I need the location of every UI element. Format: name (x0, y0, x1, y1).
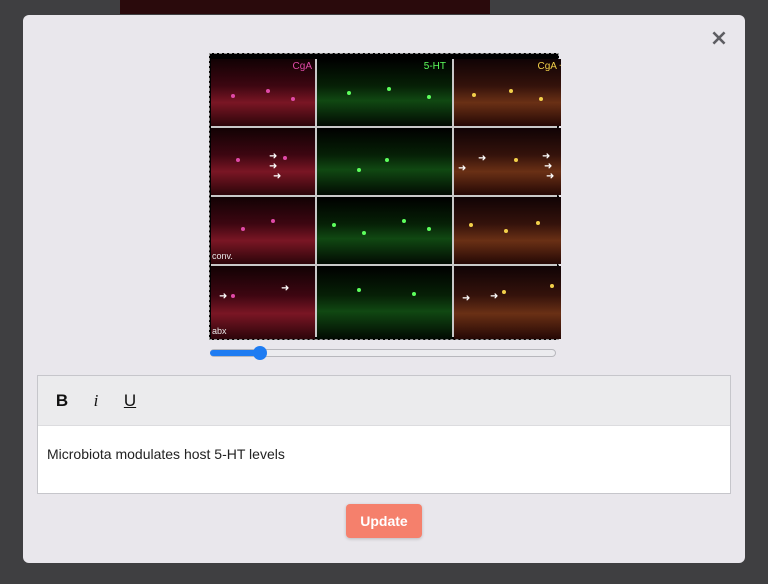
panel-label-merge: CgA + (537, 61, 561, 72)
arrow-marker: ➜ (478, 153, 487, 164)
image-editor-dialog: × CgA 5-HT CgA + (23, 15, 745, 563)
zoom-slider[interactable] (210, 346, 556, 360)
panel-merge-row4: ➜ ➜ (454, 266, 561, 339)
panel-label-cga: CgA (292, 61, 312, 72)
signal-dot (271, 219, 275, 223)
panel-5ht-row4 (317, 266, 452, 339)
signal-dot (469, 223, 473, 227)
signal-dot (362, 231, 366, 235)
caption-text-area[interactable]: Microbiota modulates host 5-HT levels (38, 426, 730, 482)
signal-dot (539, 97, 543, 101)
signal-dot (385, 158, 389, 162)
signal-dot (241, 227, 245, 231)
signal-dot (332, 223, 336, 227)
bold-button[interactable]: B (50, 389, 74, 413)
editor-toolbar: B i U (38, 376, 730, 426)
panel-5ht-row1: 5-HT (317, 59, 452, 126)
underline-button[interactable]: U (118, 389, 142, 413)
signal-dot (236, 158, 240, 162)
panel-merge-row3 (454, 197, 561, 264)
signal-dot (427, 95, 431, 99)
signal-dot (502, 290, 506, 294)
signal-dot (387, 87, 391, 91)
signal-dot (514, 158, 518, 162)
panel-cga-row2: ➜ ➜ ➜ (211, 128, 315, 195)
signal-dot (427, 227, 431, 231)
figure-image: CgA 5-HT CgA + ➜ ➜ ➜ (209, 53, 561, 340)
signal-dot (231, 94, 235, 98)
panel-5ht-row3 (317, 197, 452, 264)
panel-cga-row1: CgA (211, 59, 315, 126)
slider-thumb[interactable] (253, 346, 267, 360)
signal-dot (231, 294, 235, 298)
row-label-abx: abx (212, 326, 227, 336)
signal-dot (536, 221, 540, 225)
background-figure-strip (120, 0, 490, 14)
signal-dot (509, 89, 513, 93)
signal-dot (472, 93, 476, 97)
panel-label-5ht: 5-HT (423, 61, 446, 72)
signal-dot (266, 89, 270, 93)
panel-merge-row2: ➜ ➜ ➜ ➜ ➜ (454, 128, 561, 195)
signal-dot (283, 156, 287, 160)
panel-merge-row1: CgA + (454, 59, 561, 126)
arrow-marker: ➜ (462, 293, 471, 304)
row-label-conv: conv. (212, 251, 233, 261)
panel-5ht-row2 (317, 128, 452, 195)
arrow-marker: ➜ (273, 171, 282, 182)
caption-editor: B i U Microbiota modulates host 5-HT lev… (37, 375, 731, 494)
figure-panel-grid: CgA 5-HT CgA + ➜ ➜ ➜ (211, 59, 561, 339)
signal-dot (504, 229, 508, 233)
signal-dot (550, 284, 554, 288)
arrow-marker: ➜ (546, 171, 555, 182)
close-icon[interactable]: × (709, 27, 729, 51)
signal-dot (291, 97, 295, 101)
arrow-marker: ➜ (458, 163, 467, 174)
update-button[interactable]: Update (346, 504, 422, 538)
arrow-marker: ➜ (281, 283, 290, 294)
signal-dot (347, 91, 351, 95)
signal-dot (357, 168, 361, 172)
signal-dot (412, 292, 416, 296)
signal-dot (357, 288, 361, 292)
arrow-marker: ➜ (490, 291, 499, 302)
signal-dot (402, 219, 406, 223)
panel-cga-row3: conv. (211, 197, 315, 264)
panel-cga-row4: ➜ ➜ abx (211, 266, 315, 339)
arrow-marker: ➜ (219, 291, 228, 302)
italic-button[interactable]: i (84, 389, 108, 413)
